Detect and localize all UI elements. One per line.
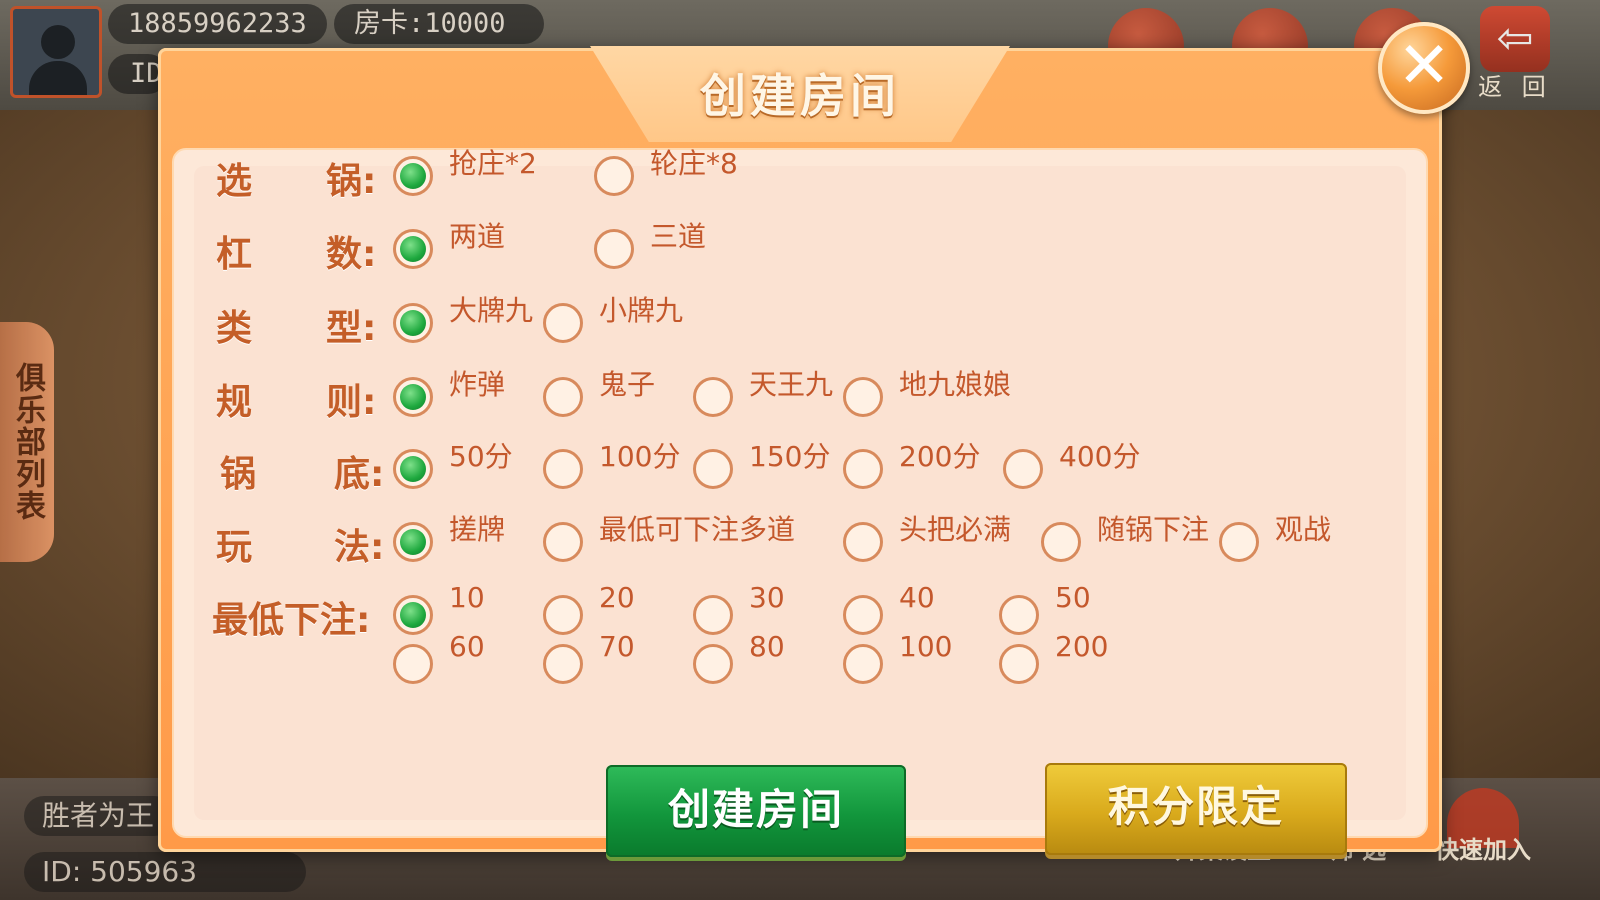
radio-option-label: 30 [749,581,785,614]
radio-unchecked-icon[interactable] [594,156,634,196]
quick-join-button[interactable]: 快速加入 [1428,788,1538,865]
radio-option-label: 地九娘娘 [899,368,1012,401]
create-room-label: 创建房间 [667,785,844,834]
radio-checked-icon[interactable] [393,156,433,196]
radio-option-label: 50分 [449,440,513,473]
radio-option-label: 200 [1055,630,1109,663]
radio-unchecked-icon[interactable] [543,449,583,489]
exit-door-icon: ⇦ [1480,6,1550,72]
create-room-button[interactable]: 创建房间 [606,765,906,857]
avatar-body-icon [29,61,87,95]
radio-unchecked-icon[interactable] [543,303,583,343]
radio-option-label: 天王九 [749,368,834,401]
radio-unchecked-icon[interactable] [843,522,883,562]
radio-option-label: 200分 [899,440,981,473]
radio-unchecked-icon[interactable] [543,522,583,562]
radio-checked-icon[interactable] [393,229,433,269]
radio-option-label: 400分 [1059,440,1141,473]
radio-unchecked-icon[interactable] [693,595,733,635]
row-label-part: 则: [326,382,377,423]
radio-option-label: 100分 [599,440,681,473]
radio-unchecked-icon[interactable] [543,377,583,417]
quick-join-label: 快速加入 [1435,836,1531,864]
row-label-part: 类 [216,308,253,349]
radio-option-label: 50 [1055,581,1091,614]
radio-option-label: 轮庄*8 [650,147,738,180]
radio-checked-icon[interactable] [393,522,433,562]
radio-unchecked-icon[interactable] [843,449,883,489]
radio-unchecked-icon[interactable] [543,595,583,635]
radio-unchecked-icon[interactable] [999,595,1039,635]
close-x-icon[interactable]: ✕ [1378,22,1470,114]
player-avatar[interactable] [10,6,102,98]
radio-option-label: 70 [599,630,635,663]
radio-option-label: 大牌九 [449,294,534,327]
radio-option-label: 小牌九 [599,294,684,327]
radio-unchecked-icon[interactable] [843,377,883,417]
row-label-part: 杠 [216,234,253,275]
player-phone: 18859962233 [108,4,327,44]
radio-unchecked-icon[interactable] [843,644,883,684]
score-limit-label: 积分限定 [1107,782,1284,831]
row-label-part: 型: [326,308,377,349]
row-label-part: 玩 [216,527,253,568]
radio-unchecked-icon[interactable] [693,377,733,417]
radio-unchecked-icon[interactable] [843,595,883,635]
radio-unchecked-icon[interactable] [1041,522,1081,562]
row-label-part: 法: [334,527,385,568]
radio-unchecked-icon[interactable] [393,644,433,684]
radio-checked-icon[interactable] [393,449,433,489]
radio-option-label: 鬼子 [599,368,656,401]
radio-checked-icon[interactable] [393,377,433,417]
radio-checked-icon[interactable] [393,303,433,343]
row-label-part: 锅 [220,454,257,495]
row-label-part: 最低下注: [212,600,371,641]
back-button[interactable]: ⇦ 返 回 [1470,6,1560,106]
back-label: 返 回 [1478,73,1552,101]
row-label-part: 选 [216,161,253,202]
row-label-part: 规 [216,382,253,423]
room-card-count: 房卡:10000 [334,4,544,44]
row-label-part: 数: [326,234,377,275]
radio-option-label: 抢庄*2 [449,147,537,180]
radio-option-label: 20 [599,581,635,614]
player-slogan: 胜者为王 [24,796,174,836]
radio-option-label: 头把必满 [899,513,1012,546]
avatar-head-icon [41,25,75,59]
radio-option-label: 随锅下注 [1097,513,1210,546]
radio-option-label: 观战 [1275,513,1332,546]
radio-unchecked-icon[interactable] [693,449,733,489]
radio-option-label: 炸弹 [449,368,506,401]
radio-unchecked-icon[interactable] [1219,522,1259,562]
create-room-dialog: 创建房间 选 锅: 抢庄*2 轮庄*8 杠 数: 两道 三道类 型: 大牌九 小牌九规 则: 炸弹 鬼子 天… [158,46,1442,857]
radio-option-label: 80 [749,630,785,663]
row-label-part: 锅: [326,161,377,202]
radio-option-label: 两道 [449,220,506,253]
radio-unchecked-icon[interactable] [1003,449,1043,489]
radio-option-label: 40 [899,581,935,614]
radio-unchecked-icon[interactable] [594,229,634,269]
score-limit-button[interactable]: 积分限定 [1045,763,1347,855]
radio-option-label: 100 [899,630,953,663]
club-list-tab[interactable]: 俱乐部列表 [0,322,54,562]
radio-option-label: 最低可下注多道 [599,513,796,546]
row-label-part: 底: [334,454,385,495]
radio-option-label: 三道 [650,220,707,253]
radio-option-label: 10 [449,581,485,614]
dialog-title: 创建房间 [700,69,900,123]
radio-checked-icon[interactable] [393,595,433,635]
radio-option-label: 60 [449,630,485,663]
radio-option-label: 150分 [749,440,831,473]
radio-unchecked-icon[interactable] [693,644,733,684]
room-id: ID: 505963 [24,852,306,892]
radio-unchecked-icon[interactable] [999,644,1039,684]
radio-unchecked-icon[interactable] [543,644,583,684]
radio-option-label: 搓牌 [449,513,506,546]
